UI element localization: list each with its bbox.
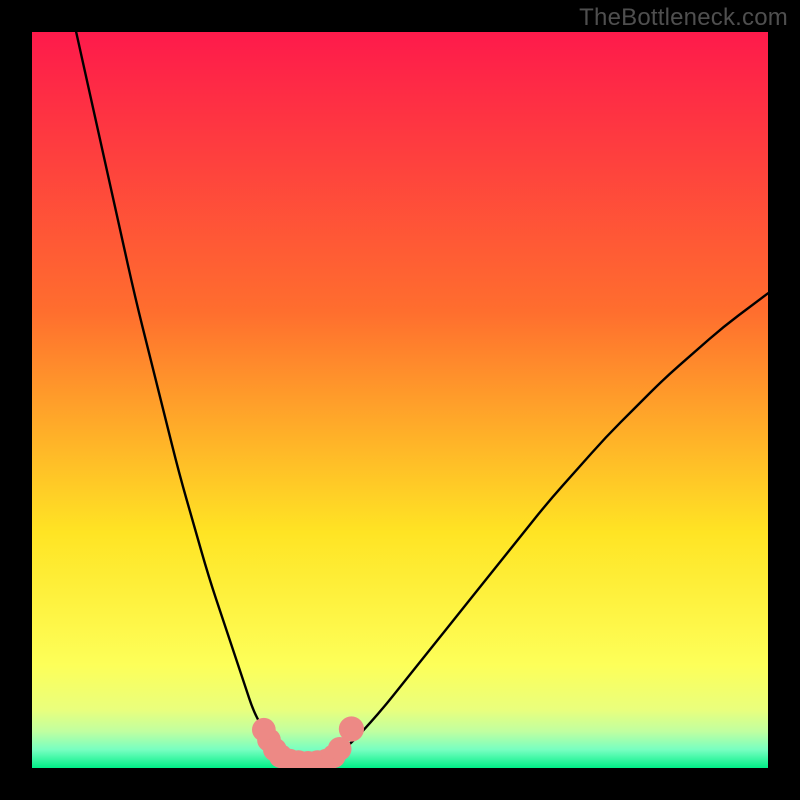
plot-area <box>32 32 768 768</box>
gradient-background <box>32 32 768 768</box>
chart-svg <box>32 32 768 768</box>
data-marker <box>339 716 364 741</box>
watermark-text: TheBottleneck.com <box>579 4 788 32</box>
chart-frame: TheBottleneck.com <box>0 0 800 800</box>
